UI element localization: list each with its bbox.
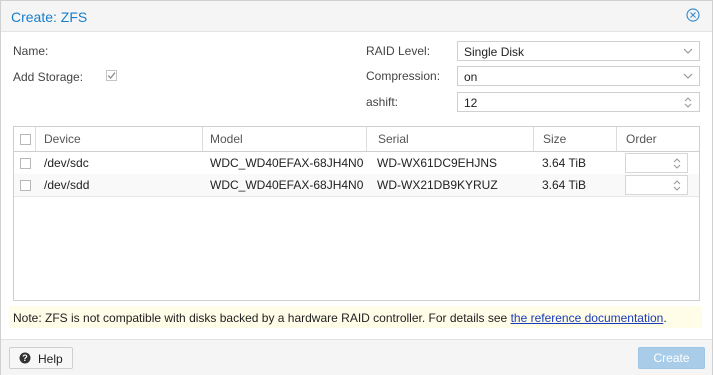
help-label: Help: [38, 352, 63, 366]
spinner-arrows-icon[interactable]: [672, 179, 682, 192]
column-label: Order: [626, 132, 657, 146]
table-row[interactable]: /dev/sdd WDC_WD40EFAX-68JH4N0 WD-WX21DB9…: [14, 174, 699, 197]
help-button[interactable]: ? Help: [9, 347, 73, 369]
spinner-arrows-icon[interactable]: [683, 96, 693, 109]
note-text: Note: ZFS is not compatible with disks b…: [13, 311, 667, 325]
column-header-model[interactable]: Model: [203, 127, 367, 151]
column-label: Size: [543, 132, 567, 146]
disk-grid: Device Model Serial Size Order /dev/sdc …: [13, 126, 700, 301]
ashift-label: ashift:: [366, 95, 399, 109]
select-all-checkbox[interactable]: [20, 134, 31, 145]
serial-cell: WD-WX61DC9EHJNS: [377, 156, 498, 170]
chevron-down-icon: [683, 73, 693, 79]
raid-level-value: Single Disk: [464, 45, 525, 59]
column-header-device[interactable]: Device: [36, 127, 203, 151]
question-circle-icon: ?: [19, 352, 31, 364]
create-button[interactable]: Create: [638, 347, 705, 369]
dialog-title: Create: ZFS: [11, 9, 88, 25]
dialog-footer: ? Help Create: [1, 339, 712, 375]
spinner-arrows-icon[interactable]: [672, 157, 682, 170]
add-storage-label: Add Storage:: [13, 70, 84, 84]
ashift-spinner[interactable]: 12: [457, 92, 700, 112]
size-cell: 3.64 TiB: [542, 156, 587, 170]
model-cell: WDC_WD40EFAX-68JH4N0: [210, 156, 364, 170]
raid-level-label: RAID Level:: [366, 44, 431, 58]
note-body: Note: ZFS is not compatible with disks b…: [13, 311, 511, 325]
row-checkbox[interactable]: [20, 180, 31, 191]
serial-cell: WD-WX21DB9KYRUZ: [377, 178, 498, 192]
compression-label: Compression:: [366, 69, 441, 83]
note-suffix: .: [663, 311, 667, 325]
grid-header: Device Model Serial Size Order: [14, 127, 699, 152]
compression-value: on: [464, 70, 478, 84]
name-label: Name:: [13, 44, 49, 58]
reference-documentation-link[interactable]: the reference documentation: [511, 311, 664, 325]
order-spinner[interactable]: [625, 153, 688, 173]
close-icon[interactable]: [686, 8, 700, 22]
chevron-down-icon: [683, 48, 693, 54]
zfs-raid-note: Note: ZFS is not compatible with disks b…: [9, 306, 702, 328]
column-label: Model: [210, 132, 243, 146]
raid-level-select[interactable]: Single Disk: [457, 41, 700, 61]
order-spinner[interactable]: [625, 175, 688, 195]
compression-select[interactable]: on: [457, 66, 700, 86]
dialog-titlebar: Create: ZFS: [1, 1, 712, 32]
checkmark-icon: [107, 72, 116, 79]
column-header-order[interactable]: Order: [617, 127, 699, 151]
device-cell: /dev/sdd: [44, 178, 90, 192]
device-cell: /dev/sdc: [44, 156, 89, 170]
table-row[interactable]: /dev/sdc WDC_WD40EFAX-68JH4N0 WD-WX61DC9…: [14, 152, 699, 175]
svg-text:?: ?: [22, 353, 28, 363]
add-storage-checkbox[interactable]: [106, 70, 117, 81]
size-cell: 3.64 TiB: [542, 178, 587, 192]
column-label: Serial: [378, 132, 409, 146]
ashift-value: 12: [464, 96, 478, 110]
create-zfs-dialog: Create: ZFS Name: Add Storage: RAID Leve…: [0, 0, 713, 375]
column-header-size[interactable]: Size: [534, 127, 617, 151]
row-checkbox[interactable]: [20, 158, 31, 169]
select-all-cell: [14, 127, 36, 151]
column-header-serial[interactable]: Serial: [367, 127, 534, 151]
column-label: Device: [44, 132, 81, 146]
model-cell: WDC_WD40EFAX-68JH4N0: [210, 178, 364, 192]
